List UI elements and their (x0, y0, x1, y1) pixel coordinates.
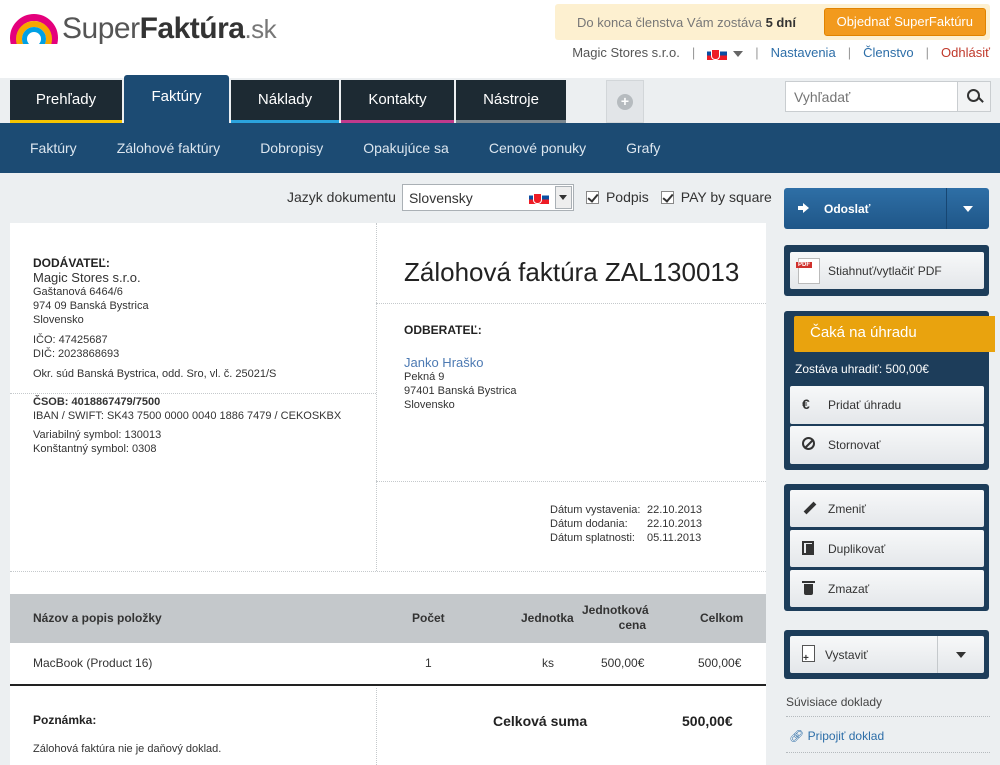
logo[interactable]: SuperFaktúra.sk (10, 12, 277, 46)
client-block: ODBERATEĽ: Janko Hraško Pekná 9 97401 Ba… (404, 323, 517, 411)
invoice-title: Zálohová faktúra ZAL130013 (404, 257, 740, 287)
logo-rainbow-icon (10, 14, 58, 44)
download-panel: PDF Stiahnuť/vytlačiť PDF (784, 245, 989, 296)
main-tabs: Prehľady Faktúry Náklady Kontakty Nástro… (10, 75, 644, 123)
supplier-court: Okr. súd Banská Bystrica, odd. Sro, vl. … (33, 368, 277, 380)
constant-symbol: Konštantný symbol: 0308 (33, 443, 157, 455)
subnav-grafy[interactable]: Grafy (626, 140, 660, 156)
tab-faktury[interactable]: Faktúry (124, 75, 229, 123)
search-input[interactable] (786, 82, 958, 111)
trash-icon (802, 581, 816, 595)
chevron-down-icon (733, 50, 744, 57)
settings-link[interactable]: Nastavenia (771, 45, 836, 60)
supplier-name: Magic Stores s.r.o. (33, 270, 141, 285)
supplier-bank: ČSOB: 4018867479/7500 (33, 396, 161, 408)
send-button[interactable]: Odoslať (784, 188, 989, 229)
subnav-zalohove-faktury[interactable]: Zálohové faktúry (117, 140, 221, 156)
signature-label: Podpis (605, 189, 649, 205)
company-name[interactable]: Magic Stores s.r.o. (572, 45, 680, 60)
language-switcher[interactable] (707, 45, 744, 61)
note-text: Zálohová faktúra nie je daňový doklad. (33, 743, 222, 755)
document-options: Jazyk dokumentu Slovensky Podpis PAY by … (287, 183, 772, 211)
pay-by-square-label: PAY by square (680, 189, 772, 205)
add-payment-button[interactable]: € Pridať úhradu (790, 386, 984, 424)
search-icon[interactable] (957, 82, 990, 111)
signature-checkbox[interactable] (585, 190, 599, 204)
item-total: 500,00€ (698, 656, 742, 670)
delivery-date: 22.10.2013 (647, 518, 703, 530)
item-unit-price: 500,00€ (601, 656, 645, 670)
delete-button[interactable]: Zmazať (790, 570, 984, 607)
supplier-heading: DODÁVATEĽ: (33, 256, 110, 270)
subnav-faktury[interactable]: Faktúry (30, 140, 77, 156)
item-name: MacBook (Product 16) (33, 656, 153, 670)
search-box (785, 81, 991, 112)
publish-panel: Vystaviť (784, 630, 989, 679)
new-document-icon (802, 645, 815, 664)
total-label: Celková suma (493, 713, 588, 729)
variable-symbol: Variabilný symbol: 130013 (33, 429, 162, 441)
issue-date: 22.10.2013 (647, 504, 703, 516)
membership-link[interactable]: Členstvo (863, 45, 914, 60)
pdf-file-icon: PDF (796, 258, 820, 284)
sub-nav: Faktúry Zálohové faktúry Dobropisy Opaku… (0, 123, 1000, 173)
cancel-icon (802, 437, 815, 450)
client-heading: ODBERATEĽ: (404, 323, 482, 337)
language-label: Jazyk dokumentu (287, 189, 396, 205)
download-pdf-button[interactable]: PDF Stiahnuť/vytlačiť PDF (790, 252, 984, 289)
pay-by-square-checkbox[interactable] (660, 190, 674, 204)
supplier-ico: IČO: 47425687 (33, 334, 108, 346)
user-nav: Magic Stores s.r.o. | | Nastavenia | Čle… (572, 45, 990, 61)
edit-button[interactable]: Zmeniť (790, 490, 984, 527)
tab-kontakty[interactable]: Kontakty (341, 80, 454, 123)
plus-icon: + (617, 93, 633, 110)
tab-nastroje[interactable]: Nástroje (456, 80, 566, 123)
chevron-down-icon[interactable] (554, 185, 572, 209)
items-table-header: Názov a popis položky Počet Jednotka Jed… (10, 594, 766, 643)
attach-document-link[interactable]: 🔗︎ Pripojiť doklad (789, 729, 884, 743)
subnav-opakujuce-sa[interactable]: Opakujúce sa (363, 140, 449, 156)
logout-link[interactable]: Odhlásiť (941, 45, 990, 60)
slovak-flag-icon (528, 190, 549, 204)
tab-naklady[interactable]: Náklady (231, 80, 339, 123)
publish-button[interactable]: Vystaviť (790, 636, 984, 673)
invoice-document: DODÁVATEĽ: Magic Stores s.r.o. Gaštanová… (10, 223, 766, 765)
top-header: SuperFaktúra.sk Do konca členstva Vám zo… (0, 0, 1000, 78)
total-value: 500,00€ (682, 713, 733, 729)
cancel-invoice-button[interactable]: Stornovať (790, 426, 984, 464)
client-name[interactable]: Janko Hraško (404, 355, 517, 370)
add-tab-button[interactable]: + (606, 80, 644, 123)
item-unit: ks (542, 656, 554, 670)
send-options-dropdown[interactable] (946, 188, 989, 229)
supplier-iban: IBAN / SWIFT: SK43 7500 0000 0040 1886 7… (33, 410, 342, 422)
tab-prehlady[interactable]: Prehľady (10, 80, 122, 123)
edit-panel: Zmeniť Duplikovať Zmazať (784, 484, 989, 611)
note-heading: Poznámka: (33, 713, 97, 727)
arrow-right-icon (798, 203, 809, 213)
duplicate-icon (802, 541, 816, 555)
order-button[interactable]: Objednať SuperFaktúru (823, 8, 986, 36)
subnav-cenove-ponuky[interactable]: Cenové ponuky (489, 140, 586, 156)
item-qty: 1 (425, 656, 432, 670)
euro-icon: € (802, 396, 810, 412)
remaining-amount: Zostáva uhradiť: 500,00€ (795, 362, 929, 376)
language-select[interactable]: Slovensky (401, 183, 574, 211)
supplier-dic: DIČ: 2023868693 (33, 348, 120, 360)
chevron-down-icon[interactable] (937, 636, 984, 673)
due-date: 05.11.2013 (647, 532, 702, 544)
supplier-block: DODÁVATEĽ: Magic Stores s.r.o. Gaštanová… (33, 256, 373, 456)
pencil-icon (802, 501, 816, 515)
membership-notice: Do konca členstva Vám zostáva 5 dní Obje… (555, 4, 990, 40)
days-remaining: 5 dní (765, 15, 796, 30)
related-documents-heading: Súvisiace doklady (786, 695, 883, 709)
status-badge: Čaká na úhradu (794, 316, 995, 352)
link-icon: 🔗︎ (789, 729, 805, 743)
invoice-dates: Dátum vystavenia: 22.10.2013 Dátum dodani… (550, 504, 703, 544)
membership-text: Do konca členstva Vám zostáva 5 dní (577, 15, 796, 30)
subnav-dobropisy[interactable]: Dobropisy (260, 140, 323, 156)
table-row[interactable]: MacBook (Product 16) 1 ks 500,00€ 500,00… (10, 643, 766, 686)
logo-text: SuperFaktúra.sk (62, 12, 277, 45)
duplicate-button[interactable]: Duplikovať (790, 530, 984, 567)
slovak-flag-icon (707, 47, 728, 61)
